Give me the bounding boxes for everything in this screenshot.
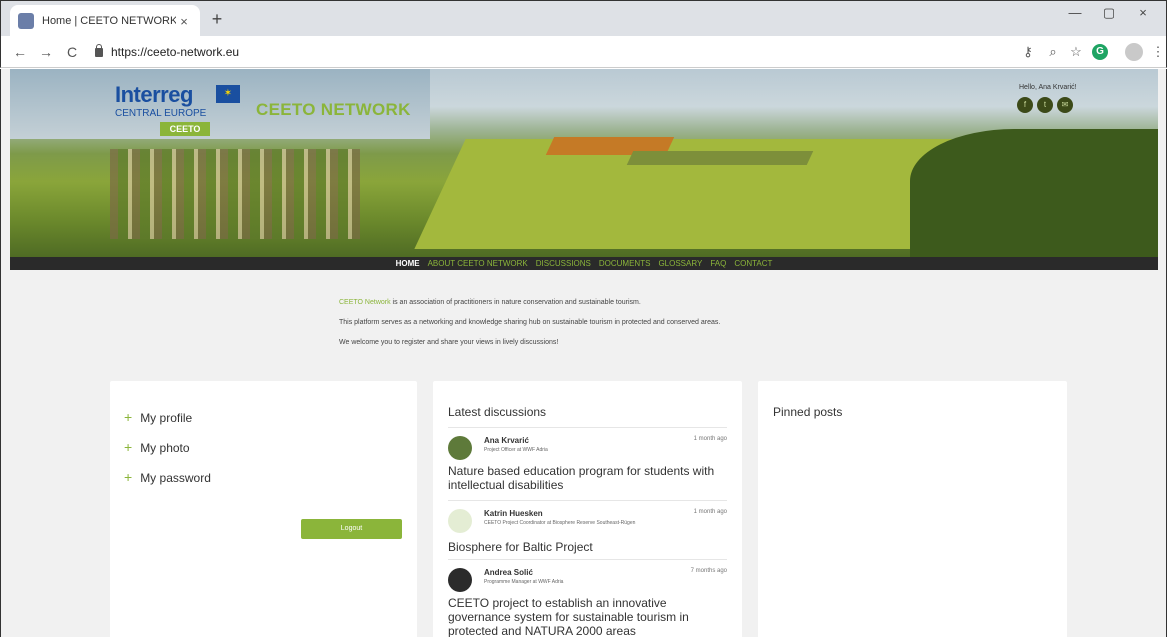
intro-line-1-text: is an association of practitioners in na… (390, 299, 641, 306)
hero-field-strip (626, 151, 814, 165)
discussion-author-role: CEETO Project Coordinator at Biosphere R… (484, 520, 636, 526)
reload-button[interactable]: C (59, 44, 85, 60)
avatar (448, 568, 472, 592)
main-nav: HOME ABOUT CEETO NETWORK DISCUSSIONS DOC… (10, 257, 1158, 270)
latest-discussions-card: Latest discussions Ana Krvarić Project O… (433, 381, 742, 637)
intro-line-1: CEETO Network is an association of pract… (339, 299, 720, 319)
plus-icon: + (124, 469, 133, 485)
nav-faq[interactable]: FAQ (710, 259, 726, 268)
nav-documents[interactable]: DOCUMENTS (599, 259, 651, 268)
my-photo-link[interactable]: + My photo (124, 439, 190, 455)
discussion-time: 1 month ago (693, 436, 727, 442)
intro-text: CEETO Network is an association of pract… (339, 299, 720, 359)
nav-home[interactable]: HOME (396, 259, 420, 268)
my-profile-label: My profile (140, 411, 193, 425)
pinned-posts-card: Pinned posts (758, 381, 1067, 637)
discussion-author-role: Project Officer at WWF Adria (484, 447, 548, 453)
email-icon[interactable]: ✉ (1057, 97, 1073, 113)
nav-about[interactable]: ABOUT CEETO NETWORK (428, 259, 528, 268)
grammarly-extension-icon[interactable]: G (1092, 44, 1108, 60)
logo-region-text: CENTRAL EUROPE (115, 108, 207, 119)
close-window-button[interactable]: × (1129, 5, 1157, 20)
star-icon[interactable]: ☆ (1067, 44, 1085, 60)
site-name[interactable]: CEETO NETWORK (256, 100, 411, 120)
my-profile-link[interactable]: + My profile (124, 409, 192, 425)
discussion-time: 1 month ago (693, 509, 727, 515)
profile-avatar-icon[interactable] (1125, 43, 1143, 61)
favicon-icon (18, 13, 34, 29)
zoom-icon[interactable]: ⌕ (1044, 44, 1062, 60)
intro-brand-link[interactable]: CEETO Network (339, 299, 391, 306)
latest-discussions-title: Latest discussions (448, 405, 547, 419)
back-button[interactable]: ← (7, 44, 33, 60)
browser-toolbar: ← → C https://ceeto-network.eu ⚷ ⌕ ☆ G ⋮ (0, 36, 1167, 68)
nav-glossary[interactable]: GLOSSARY (658, 259, 702, 268)
plus-icon: + (124, 439, 133, 455)
url-text: https://ceeto-network.eu (111, 45, 240, 59)
tab-close-icon[interactable]: × (176, 14, 192, 29)
my-password-link[interactable]: + My password (124, 469, 211, 485)
twitter-icon[interactable]: t (1037, 97, 1053, 113)
discussion-title[interactable]: Nature based education program for stude… (448, 464, 727, 492)
discussion-time: 7 months ago (690, 568, 727, 574)
discussion-title[interactable]: Biosphere for Baltic Project (448, 540, 727, 554)
logo-ceeto-tag: CEETO (160, 122, 210, 136)
discussion-author-role: Programme Manager at WWF Adria (484, 579, 564, 585)
nav-discussions[interactable]: DISCUSSIONS (536, 259, 591, 268)
discussion-title[interactable]: CEETO project to establish an innovative… (448, 596, 727, 637)
hero-banner: Interreg ✶ CENTRAL EUROPE CEETO CEETO NE… (10, 69, 1158, 257)
intro-line-2: This platform serves as a networking and… (339, 319, 721, 326)
divider (448, 500, 727, 501)
logout-button[interactable]: Logout (301, 519, 402, 539)
maximize-button[interactable]: ▢ (1095, 5, 1123, 21)
plus-icon: + (124, 409, 133, 425)
page-viewport: Interreg ✶ CENTRAL EUROPE CEETO CEETO NE… (0, 69, 1167, 637)
profile-menu-card: + My profile + My photo + My password Logou… (110, 381, 417, 637)
avatar (448, 436, 472, 460)
facebook-icon[interactable]: f (1017, 97, 1033, 113)
interreg-logo[interactable]: Interreg ✶ CENTRAL EUROPE CEETO (115, 82, 242, 136)
minimize-button[interactable]: — (1061, 5, 1089, 20)
intro-line-3: We welcome you to register and share you… (339, 339, 559, 346)
hero-village (110, 149, 360, 239)
eu-flag-icon: ✶ (216, 85, 240, 103)
avatar (448, 509, 472, 533)
browser-tab[interactable]: Home | CEETO NETWORK × (10, 5, 200, 37)
discussion-author: Andrea Solić (484, 568, 533, 577)
my-password-label: My password (140, 471, 211, 485)
lock-icon (95, 43, 103, 57)
hero-forest (910, 129, 1158, 257)
divider (448, 559, 727, 560)
pinned-posts-title: Pinned posts (773, 405, 843, 419)
user-greeting: Hello, Ana Krvarić! (1019, 84, 1077, 91)
my-photo-label: My photo (140, 441, 190, 455)
menu-dots-icon[interactable]: ⋮ (1149, 44, 1167, 60)
new-tab-button[interactable]: + (205, 8, 229, 32)
nav-contact[interactable]: CONTACT (734, 259, 772, 268)
browser-tab-bar: Home | CEETO NETWORK × + — ▢ × (0, 0, 1167, 37)
address-bar[interactable]: https://ceeto-network.eu (95, 40, 995, 64)
divider (448, 427, 727, 428)
key-icon[interactable]: ⚷ (1019, 44, 1037, 60)
discussion-author: Katrin Huesken (484, 509, 543, 518)
tab-title: Home | CEETO NETWORK (42, 15, 176, 27)
forward-button[interactable]: → (33, 44, 59, 60)
discussion-author: Ana Krvarić (484, 436, 529, 445)
